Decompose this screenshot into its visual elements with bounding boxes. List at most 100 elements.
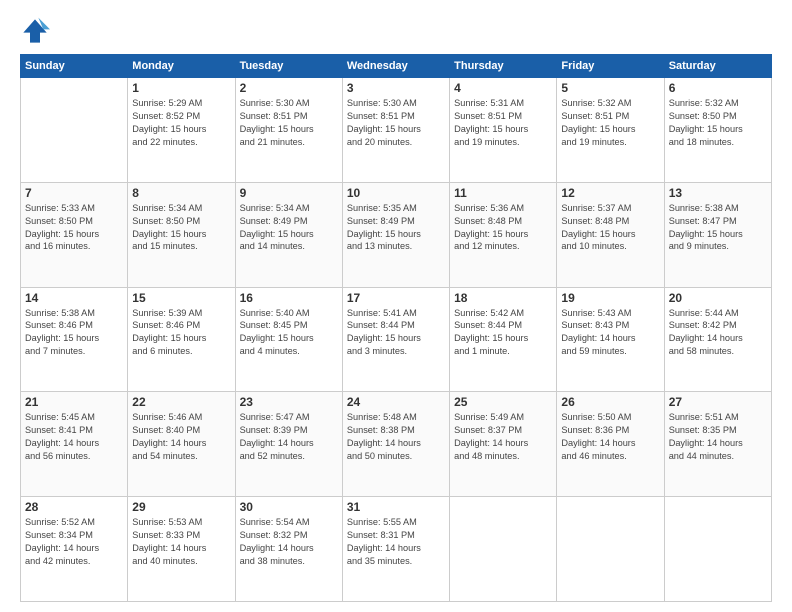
calendar-cell: [557, 497, 664, 602]
day-number: 13: [669, 186, 767, 200]
day-info: Sunrise: 5:39 AM Sunset: 8:46 PM Dayligh…: [132, 307, 230, 359]
calendar-cell: 9 Sunrise: 5:34 AM Sunset: 8:49 PM Daylig…: [235, 182, 342, 287]
day-number: 5: [561, 81, 659, 95]
day-number: 3: [347, 81, 445, 95]
day-number: 16: [240, 291, 338, 305]
calendar-cell: 30 Sunrise: 5:54 AM Sunset: 8:32 PM Dayli…: [235, 497, 342, 602]
day-number: 2: [240, 81, 338, 95]
calendar-cell: 12 Sunrise: 5:37 AM Sunset: 8:48 PM Dayli…: [557, 182, 664, 287]
day-info: Sunrise: 5:41 AM Sunset: 8:44 PM Dayligh…: [347, 307, 445, 359]
col-header-monday: Monday: [128, 55, 235, 78]
calendar-cell: 1 Sunrise: 5:29 AM Sunset: 8:52 PM Daylig…: [128, 78, 235, 183]
calendar-cell: 11 Sunrise: 5:36 AM Sunset: 8:48 PM Dayli…: [450, 182, 557, 287]
logo: [20, 16, 54, 46]
calendar-cell: 5 Sunrise: 5:32 AM Sunset: 8:51 PM Daylig…: [557, 78, 664, 183]
day-info: Sunrise: 5:42 AM Sunset: 8:44 PM Dayligh…: [454, 307, 552, 359]
col-header-wednesday: Wednesday: [342, 55, 449, 78]
day-number: 15: [132, 291, 230, 305]
day-info: Sunrise: 5:38 AM Sunset: 8:47 PM Dayligh…: [669, 202, 767, 254]
day-number: 20: [669, 291, 767, 305]
calendar-cell: 21 Sunrise: 5:45 AM Sunset: 8:41 PM Dayli…: [21, 392, 128, 497]
day-info: Sunrise: 5:43 AM Sunset: 8:43 PM Dayligh…: [561, 307, 659, 359]
day-info: Sunrise: 5:49 AM Sunset: 8:37 PM Dayligh…: [454, 411, 552, 463]
day-number: 4: [454, 81, 552, 95]
calendar-cell: 26 Sunrise: 5:50 AM Sunset: 8:36 PM Dayli…: [557, 392, 664, 497]
calendar-cell: 22 Sunrise: 5:46 AM Sunset: 8:40 PM Dayli…: [128, 392, 235, 497]
day-info: Sunrise: 5:36 AM Sunset: 8:48 PM Dayligh…: [454, 202, 552, 254]
calendar-cell: 17 Sunrise: 5:41 AM Sunset: 8:44 PM Dayli…: [342, 287, 449, 392]
day-number: 30: [240, 500, 338, 514]
day-number: 17: [347, 291, 445, 305]
day-info: Sunrise: 5:44 AM Sunset: 8:42 PM Dayligh…: [669, 307, 767, 359]
day-number: 22: [132, 395, 230, 409]
calendar-header-row: SundayMondayTuesdayWednesdayThursdayFrid…: [21, 55, 772, 78]
day-number: 18: [454, 291, 552, 305]
calendar-cell: 6 Sunrise: 5:32 AM Sunset: 8:50 PM Daylig…: [664, 78, 771, 183]
logo-icon: [20, 16, 50, 46]
day-number: 1: [132, 81, 230, 95]
day-number: 29: [132, 500, 230, 514]
day-info: Sunrise: 5:34 AM Sunset: 8:49 PM Dayligh…: [240, 202, 338, 254]
day-number: 8: [132, 186, 230, 200]
day-number: 28: [25, 500, 123, 514]
header: [20, 16, 772, 46]
calendar-cell: 4 Sunrise: 5:31 AM Sunset: 8:51 PM Daylig…: [450, 78, 557, 183]
day-number: 21: [25, 395, 123, 409]
calendar-cell: 13 Sunrise: 5:38 AM Sunset: 8:47 PM Dayli…: [664, 182, 771, 287]
day-number: 25: [454, 395, 552, 409]
day-info: Sunrise: 5:45 AM Sunset: 8:41 PM Dayligh…: [25, 411, 123, 463]
day-number: 12: [561, 186, 659, 200]
day-number: 19: [561, 291, 659, 305]
calendar-cell: 25 Sunrise: 5:49 AM Sunset: 8:37 PM Dayli…: [450, 392, 557, 497]
calendar-cell: 20 Sunrise: 5:44 AM Sunset: 8:42 PM Dayli…: [664, 287, 771, 392]
calendar-cell: 23 Sunrise: 5:47 AM Sunset: 8:39 PM Dayli…: [235, 392, 342, 497]
day-info: Sunrise: 5:38 AM Sunset: 8:46 PM Dayligh…: [25, 307, 123, 359]
day-info: Sunrise: 5:47 AM Sunset: 8:39 PM Dayligh…: [240, 411, 338, 463]
day-info: Sunrise: 5:29 AM Sunset: 8:52 PM Dayligh…: [132, 97, 230, 149]
day-number: 10: [347, 186, 445, 200]
calendar-cell: [450, 497, 557, 602]
day-info: Sunrise: 5:30 AM Sunset: 8:51 PM Dayligh…: [240, 97, 338, 149]
day-number: 23: [240, 395, 338, 409]
day-number: 11: [454, 186, 552, 200]
day-info: Sunrise: 5:54 AM Sunset: 8:32 PM Dayligh…: [240, 516, 338, 568]
day-info: Sunrise: 5:37 AM Sunset: 8:48 PM Dayligh…: [561, 202, 659, 254]
day-info: Sunrise: 5:30 AM Sunset: 8:51 PM Dayligh…: [347, 97, 445, 149]
day-number: 26: [561, 395, 659, 409]
day-info: Sunrise: 5:51 AM Sunset: 8:35 PM Dayligh…: [669, 411, 767, 463]
day-info: Sunrise: 5:32 AM Sunset: 8:51 PM Dayligh…: [561, 97, 659, 149]
day-info: Sunrise: 5:34 AM Sunset: 8:50 PM Dayligh…: [132, 202, 230, 254]
day-info: Sunrise: 5:31 AM Sunset: 8:51 PM Dayligh…: [454, 97, 552, 149]
day-info: Sunrise: 5:55 AM Sunset: 8:31 PM Dayligh…: [347, 516, 445, 568]
calendar-week-5: 28 Sunrise: 5:52 AM Sunset: 8:34 PM Dayli…: [21, 497, 772, 602]
calendar-week-1: 1 Sunrise: 5:29 AM Sunset: 8:52 PM Daylig…: [21, 78, 772, 183]
day-info: Sunrise: 5:53 AM Sunset: 8:33 PM Dayligh…: [132, 516, 230, 568]
day-info: Sunrise: 5:52 AM Sunset: 8:34 PM Dayligh…: [25, 516, 123, 568]
calendar-week-2: 7Sunrise: 5:33 AM Sunset: 8:50 PM Daylig…: [21, 182, 772, 287]
col-header-friday: Friday: [557, 55, 664, 78]
day-info: Sunrise: 5:50 AM Sunset: 8:36 PM Dayligh…: [561, 411, 659, 463]
day-number: 9: [240, 186, 338, 200]
calendar-week-4: 21 Sunrise: 5:45 AM Sunset: 8:41 PM Dayli…: [21, 392, 772, 497]
calendar-cell: 31 Sunrise: 5:55 AM Sunset: 8:31 PM Dayli…: [342, 497, 449, 602]
day-number: 27: [669, 395, 767, 409]
calendar-table: SundayMondayTuesdayWednesdayThursdayFrid…: [20, 54, 772, 602]
day-number: 24: [347, 395, 445, 409]
calendar-cell: 19 Sunrise: 5:43 AM Sunset: 8:43 PM Dayli…: [557, 287, 664, 392]
col-header-thursday: Thursday: [450, 55, 557, 78]
day-number: 31: [347, 500, 445, 514]
day-info: Sunrise: 5:40 AM Sunset: 8:45 PM Dayligh…: [240, 307, 338, 359]
day-number: 6: [669, 81, 767, 95]
col-header-tuesday: Tuesday: [235, 55, 342, 78]
calendar-cell: 10 Sunrise: 5:35 AM Sunset: 8:49 PM Dayli…: [342, 182, 449, 287]
calendar-cell: 27 Sunrise: 5:51 AM Sunset: 8:35 PM Dayli…: [664, 392, 771, 497]
calendar-week-3: 14Sunrise: 5:38 AM Sunset: 8:46 PM Dayli…: [21, 287, 772, 392]
calendar-cell: 8 Sunrise: 5:34 AM Sunset: 8:50 PM Daylig…: [128, 182, 235, 287]
day-info: Sunrise: 5:35 AM Sunset: 8:49 PM Dayligh…: [347, 202, 445, 254]
calendar-cell: [21, 78, 128, 183]
col-header-saturday: Saturday: [664, 55, 771, 78]
calendar-cell: [664, 497, 771, 602]
day-info: Sunrise: 5:32 AM Sunset: 8:50 PM Dayligh…: [669, 97, 767, 149]
day-info: Sunrise: 5:46 AM Sunset: 8:40 PM Dayligh…: [132, 411, 230, 463]
calendar-cell: 28 Sunrise: 5:52 AM Sunset: 8:34 PM Dayli…: [21, 497, 128, 602]
